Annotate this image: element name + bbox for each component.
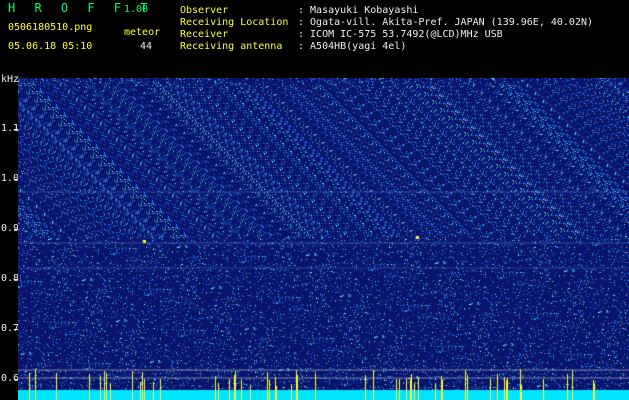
filename-label: 0506180510.png: [8, 22, 93, 33]
meteor-label: meteor: [124, 27, 161, 38]
antenna-value: : A504HB(yagi 4el): [298, 41, 407, 52]
location-key: Receiving Location: [180, 17, 289, 28]
receiver-value: : ICOM IC-575 53.7492(@LCD)MHz USB: [298, 29, 503, 40]
location-value: : Ogata-vill. Akita-Pref. JAPAN (139.96E…: [298, 17, 594, 28]
observer-value: : Masayuki Kobayashi: [298, 5, 419, 16]
receiver-key: Receiver: [180, 29, 229, 40]
header-panel: H R O F F T 1.00 0506180510.png meteor 4…: [0, 0, 629, 64]
frequency-unit: kHz: [1, 74, 20, 85]
version-label: 1.00: [124, 4, 149, 15]
spectrogram-canvas: [18, 78, 629, 400]
meteor-count: 44: [140, 41, 153, 52]
antenna-key: Receiving antenna: [180, 41, 283, 52]
datetime-label: 05.06.18 05:10: [8, 41, 93, 52]
observer-key: Observer: [180, 5, 229, 16]
